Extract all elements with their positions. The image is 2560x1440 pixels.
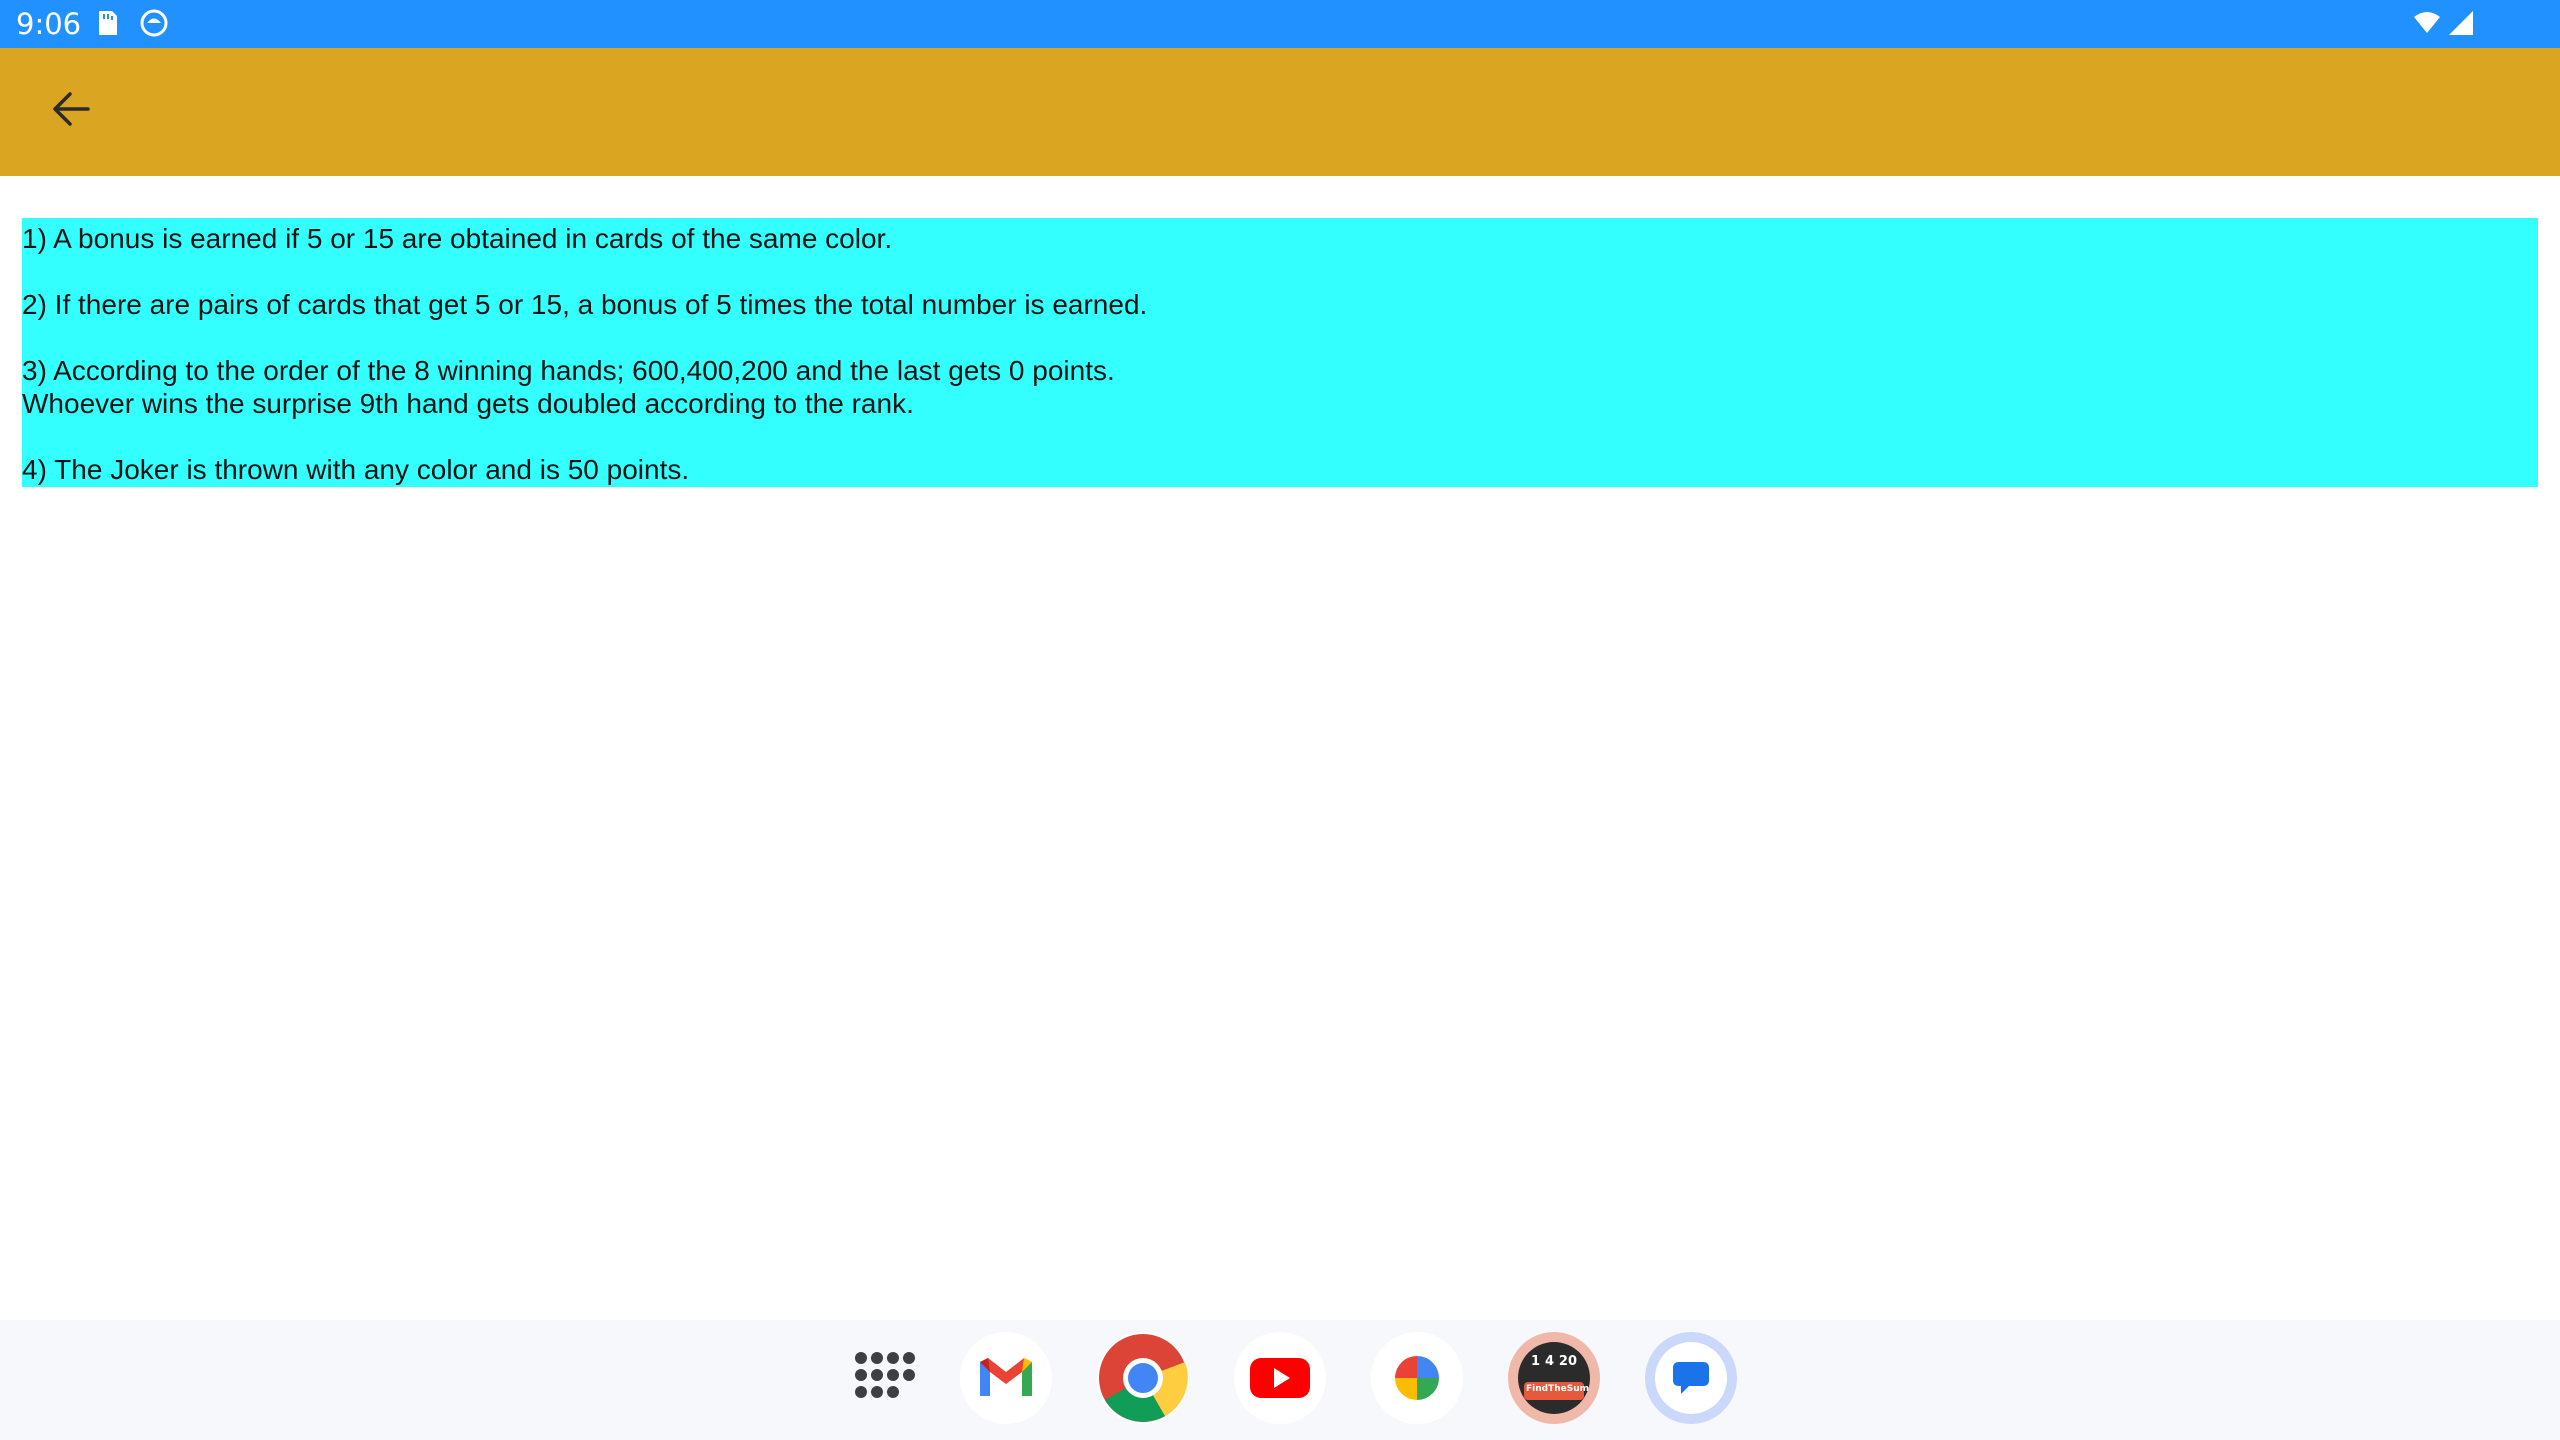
app-notification-icon <box>139 8 169 38</box>
youtube-icon <box>1250 1358 1310 1398</box>
game-icon-number: 20 <box>1558 1354 1577 1369</box>
status-time: 9:06 <box>16 7 82 41</box>
game-icon-number: 4 <box>1544 1354 1554 1369</box>
app-bar <box>0 48 2560 176</box>
sd-card-icon <box>92 8 122 38</box>
game-icon-number: 1 <box>1531 1354 1541 1369</box>
youtube-app-button[interactable] <box>1234 1332 1326 1424</box>
chrome-icon <box>1099 1334 1188 1422</box>
photos-icon <box>1395 1356 1439 1400</box>
rule-1-text: 1) A bonus is earned if 5 or 15 are obta… <box>22 223 893 254</box>
app-dock: 1 4 20 FindTheSum <box>0 1320 2560 1440</box>
game-icon-label: FindTheSum <box>1526 1384 1589 1394</box>
findthesum-game-button[interactable]: 1 4 20 FindTheSum <box>1508 1332 1600 1424</box>
rules-panel: 1) A bonus is earned if 5 or 15 are obta… <box>22 218 2538 487</box>
arrow-back-icon <box>53 92 90 126</box>
wifi-icon <box>2412 8 2442 38</box>
messages-icon <box>1655 1342 1727 1414</box>
app-drawer-icon <box>855 1352 915 1398</box>
rule-2-text: 2) If there are pairs of cards that get … <box>22 289 1148 320</box>
messages-app-button[interactable] <box>1645 1332 1737 1424</box>
chrome-app-button[interactable] <box>1097 1332 1189 1424</box>
game-icon-numbers: 1 4 20 <box>1531 1354 1577 1369</box>
photos-app-button[interactable] <box>1371 1332 1463 1424</box>
gmail-app-button[interactable] <box>960 1332 1052 1424</box>
back-button[interactable] <box>36 74 106 144</box>
app-drawer-button[interactable] <box>836 1332 928 1424</box>
findthesum-game-icon <box>1518 1342 1590 1414</box>
rule-4-text: 4) The Joker is thrown with any color an… <box>22 454 690 485</box>
rule-3-text: 3) According to the order of the 8 winni… <box>22 355 1115 386</box>
status-bar: 9:06 <box>0 0 2560 48</box>
signal-icon <box>2446 8 2476 38</box>
gmail-icon <box>980 1358 1032 1396</box>
rule-3-continuation-text: Whoever wins the surprise 9th hand gets … <box>22 388 914 419</box>
